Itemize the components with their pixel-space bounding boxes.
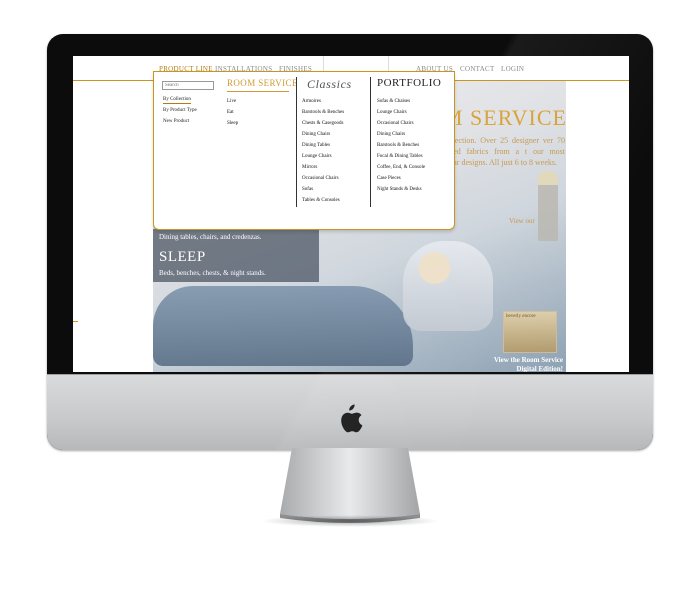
apple-logo-icon (341, 404, 363, 433)
nav-contact[interactable]: CONTACT (460, 65, 495, 73)
menu-item-lounge-chairs[interactable]: Lounge Chairs (302, 154, 332, 159)
menu-item-sofas[interactable]: Sofas (302, 187, 313, 192)
model-image (403, 241, 493, 331)
menu-item-night-stands-desks[interactable]: Night Stands & Desks (377, 187, 422, 192)
menu-item-dining-chairs[interactable]: Dining Chairs (302, 132, 330, 137)
menu-item-armoires[interactable]: Armoires (302, 99, 321, 104)
menu-item-occasional-chairs[interactable]: Occasional Chairs (302, 176, 339, 181)
portfolio-heading[interactable]: PORTFOLIO (377, 77, 441, 89)
menu-item-occasional-chairs[interactable]: Occasional Chairs (377, 121, 414, 126)
hero-view-link[interactable]: View our (509, 217, 535, 225)
menu-item-mirrors[interactable]: Mirrors (302, 165, 317, 170)
column-divider (296, 77, 297, 207)
menu-item-focal-dining-tables[interactable]: Focal & Dining Tables (377, 154, 423, 159)
menu-item-barstools-benches[interactable]: Barstools & Benches (302, 110, 344, 115)
sleep-title: SLEEP (159, 249, 206, 265)
eat-category-panel[interactable]: Dining tables, chairs, and credenzas. (153, 229, 319, 247)
menu-item-eat[interactable]: Eat (227, 110, 234, 115)
column-divider (370, 77, 371, 207)
menu-item-sofas-chaises[interactable]: Sofas & Chaises (377, 99, 410, 104)
filter-by-collection[interactable]: By Collection (163, 97, 191, 104)
menu-item-barstools-benches[interactable]: Barstools & Benches (377, 143, 419, 148)
digital-edition-link[interactable]: View the Room Service Digital Edition! (488, 356, 563, 372)
heading-underline (227, 91, 289, 92)
sleep-caption: Beds, benches, chests, & night stands. (159, 269, 266, 277)
divider (73, 321, 78, 322)
menu-item-case-pieces[interactable]: Case Pieces (377, 176, 401, 181)
menu-item-coffee-end-console[interactable]: Coffee, End, & Console (377, 165, 425, 170)
search-input[interactable] (162, 81, 214, 90)
menu-item-live[interactable]: Live (227, 99, 236, 104)
lamp-image (538, 171, 558, 241)
menu-item-sleep[interactable]: Sleep (227, 121, 238, 126)
product-line-mega-menu: By Collection By Product Type New Produc… (153, 71, 455, 230)
website-screen: PRODUCT LINE INSTALLATIONS FINISHES ABOU… (73, 56, 629, 372)
menu-item-dining-tables[interactable]: Dining Tables (302, 143, 330, 148)
filter-new-product[interactable]: New Product (163, 119, 189, 124)
classics-heading[interactable]: Classics (307, 77, 352, 92)
hero-title: M SERVICE (443, 105, 566, 130)
sleep-category-panel[interactable]: SLEEP Beds, benches, chests, & night sta… (153, 247, 319, 282)
thumbnail-label: beverly encore (506, 314, 536, 319)
menu-item-chests-casegoods[interactable]: Chests & Casegoods (302, 121, 343, 126)
sofa-image (153, 286, 413, 366)
menu-item-lounge-chairs[interactable]: Lounge Chairs (377, 110, 407, 115)
eat-caption: Dining tables, chairs, and credenzas. (159, 233, 262, 241)
room-service-heading[interactable]: ROOM SERVICE (227, 78, 298, 88)
menu-item-dining-chairs[interactable]: Dining Chairs (377, 132, 405, 137)
menu-item-tables-consoles[interactable]: Tables & Consoles (302, 198, 340, 203)
nav-login[interactable]: LOGIN (501, 65, 524, 73)
filter-by-product-type[interactable]: By Product Type (163, 108, 197, 113)
